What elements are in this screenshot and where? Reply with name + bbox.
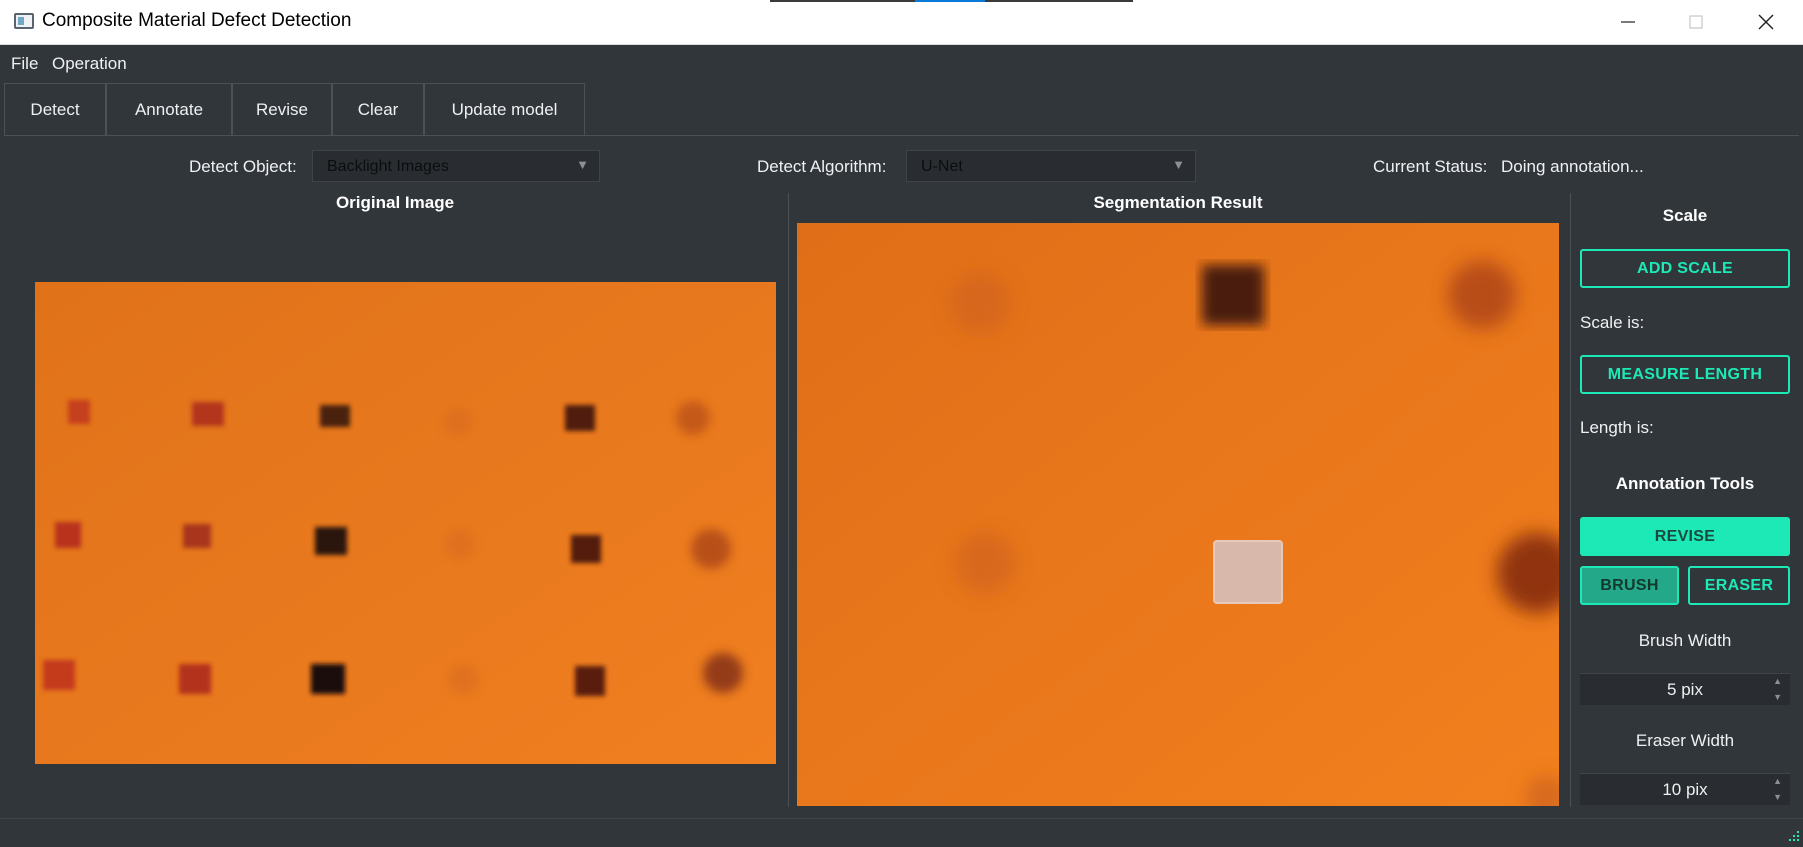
minimize-icon xyxy=(1621,21,1635,23)
title-bar: Composite Material Defect Detection xyxy=(0,0,1803,45)
chevron-down-icon: ▼ xyxy=(1172,157,1185,172)
menu-file[interactable]: File xyxy=(11,54,38,74)
length-is-label: Length is: xyxy=(1580,418,1654,437)
menu-operation[interactable]: Operation xyxy=(52,54,127,74)
status-value: Doing annotation... xyxy=(1501,157,1644,176)
status-label: Current Status: xyxy=(1373,157,1488,176)
eraser-button[interactable]: ERASER xyxy=(1688,566,1790,605)
app-icon xyxy=(14,13,34,29)
brush-width-value: 5 pix xyxy=(1667,680,1703,699)
eraser-width-label: Eraser Width xyxy=(1635,731,1735,750)
chevron-down-icon: ▼ xyxy=(576,157,589,172)
measure-length-button[interactable]: MEASURE LENGTH xyxy=(1580,355,1790,394)
pane-divider xyxy=(788,193,789,807)
scale-is-label: Scale is: xyxy=(1580,313,1645,332)
detect-object-label: Detect Object: xyxy=(189,157,297,176)
clear-button[interactable]: Clear xyxy=(332,83,424,135)
brush-button[interactable]: BRUSH xyxy=(1580,566,1679,605)
annotate-button[interactable]: Annotate xyxy=(106,83,232,135)
title-bar-accent-active xyxy=(915,0,985,2)
close-icon xyxy=(1758,14,1774,30)
brush-width-spinbox[interactable]: 5 pix ▲ ▼ xyxy=(1580,673,1790,705)
close-button[interactable] xyxy=(1732,0,1800,44)
detect-object-select[interactable]: Backlight Images ▼ xyxy=(312,150,600,182)
status-bar xyxy=(0,818,1803,847)
eraser-width-value: 10 pix xyxy=(1662,780,1708,799)
segmentation-result-title: Segmentation Result xyxy=(1093,193,1263,212)
brush-width-label: Brush Width xyxy=(1638,631,1732,650)
segmentation-image-canvas xyxy=(797,223,1559,806)
spin-down-icon[interactable]: ▼ xyxy=(1773,792,1782,802)
scale-header: Scale xyxy=(1662,206,1708,225)
detect-algorithm-select[interactable]: U-Net ▼ xyxy=(906,150,1196,182)
annotation-tools-header: Annotation Tools xyxy=(1615,474,1755,493)
revise-tool-button[interactable]: Revise xyxy=(232,83,332,135)
title-bar-accent xyxy=(770,0,915,2)
minimize-button[interactable] xyxy=(1594,0,1662,44)
segmentation-image[interactable] xyxy=(797,223,1559,806)
add-scale-button[interactable]: ADD SCALE xyxy=(1580,249,1790,288)
eraser-width-spinbox[interactable]: 10 pix ▲ ▼ xyxy=(1580,773,1790,805)
spin-down-icon[interactable]: ▼ xyxy=(1773,692,1782,702)
original-image-canvas xyxy=(35,282,776,764)
detect-algorithm-value: U-Net xyxy=(921,158,963,175)
spin-up-icon[interactable]: ▲ xyxy=(1773,776,1782,786)
original-image[interactable] xyxy=(35,282,776,764)
update-model-button[interactable]: Update model xyxy=(424,83,585,135)
detect-object-value: Backlight Images xyxy=(327,158,449,175)
title-bar-accent xyxy=(985,0,1133,2)
maximize-icon xyxy=(1689,15,1703,29)
detect-button[interactable]: Detect xyxy=(4,83,106,135)
window-title: Composite Material Defect Detection xyxy=(42,10,352,31)
detect-algorithm-label: Detect Algorithm: xyxy=(757,157,887,176)
maximize-button[interactable] xyxy=(1662,0,1730,44)
revise-button[interactable]: REVISE xyxy=(1580,517,1790,556)
spin-up-icon[interactable]: ▲ xyxy=(1773,676,1782,686)
resize-grip-icon[interactable] xyxy=(1786,829,1800,843)
original-image-title: Original Image xyxy=(335,193,455,212)
menu-bar: File Operation xyxy=(0,45,1803,83)
panel-divider xyxy=(1570,193,1571,807)
toolbar: Detect Annotate Revise Clear Update mode… xyxy=(4,83,1799,136)
